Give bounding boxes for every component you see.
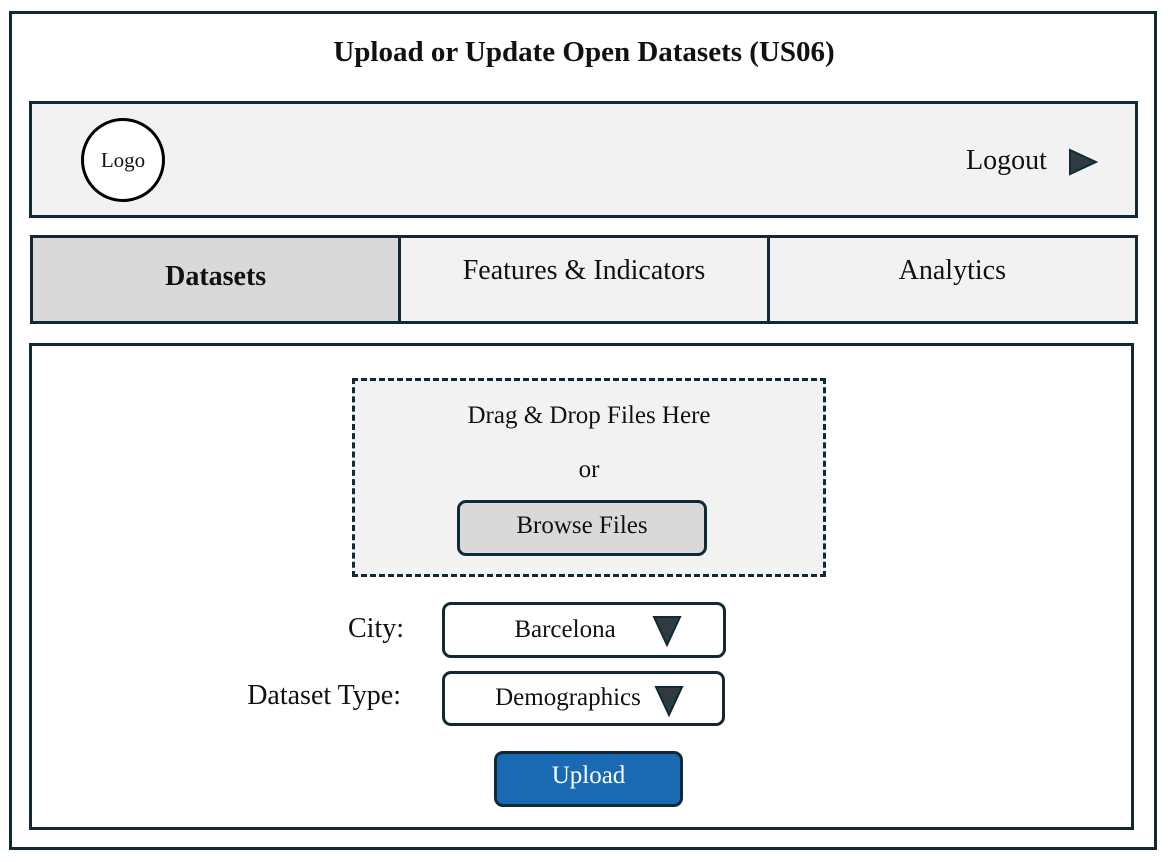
tab-analytics[interactable]: Analytics [766,238,1135,321]
city-select[interactable]: Barcelona [442,602,726,658]
triangle-down-icon [654,686,684,717]
upload-button[interactable]: Upload [494,751,683,807]
dataset-type-select[interactable]: Demographics [442,671,725,726]
logout-link[interactable]: Logout [966,143,1047,179]
city-value: Barcelona [514,616,616,643]
page-title: Upload or Update Open Datasets (US06) [333,36,835,68]
dataset-type-label: Dataset Type: [247,680,401,711]
browse-files-button[interactable]: Browse Files [457,500,707,556]
logo-text: Logo [100,147,146,172]
city-label: City: [347,613,404,644]
play-arrow-icon[interactable] [1068,148,1098,176]
tab-datasets[interactable]: Datasets [33,238,399,321]
logo: Logo [81,118,165,202]
tab-bar: Datasets Features & Indicators Analytics [30,235,1138,324]
tab-features-indicators[interactable]: Features & Indicators [398,238,766,321]
dropzone-label: Drag & Drop Files Here [467,402,711,429]
or-label: or [578,456,600,483]
triangle-down-icon [652,616,682,647]
